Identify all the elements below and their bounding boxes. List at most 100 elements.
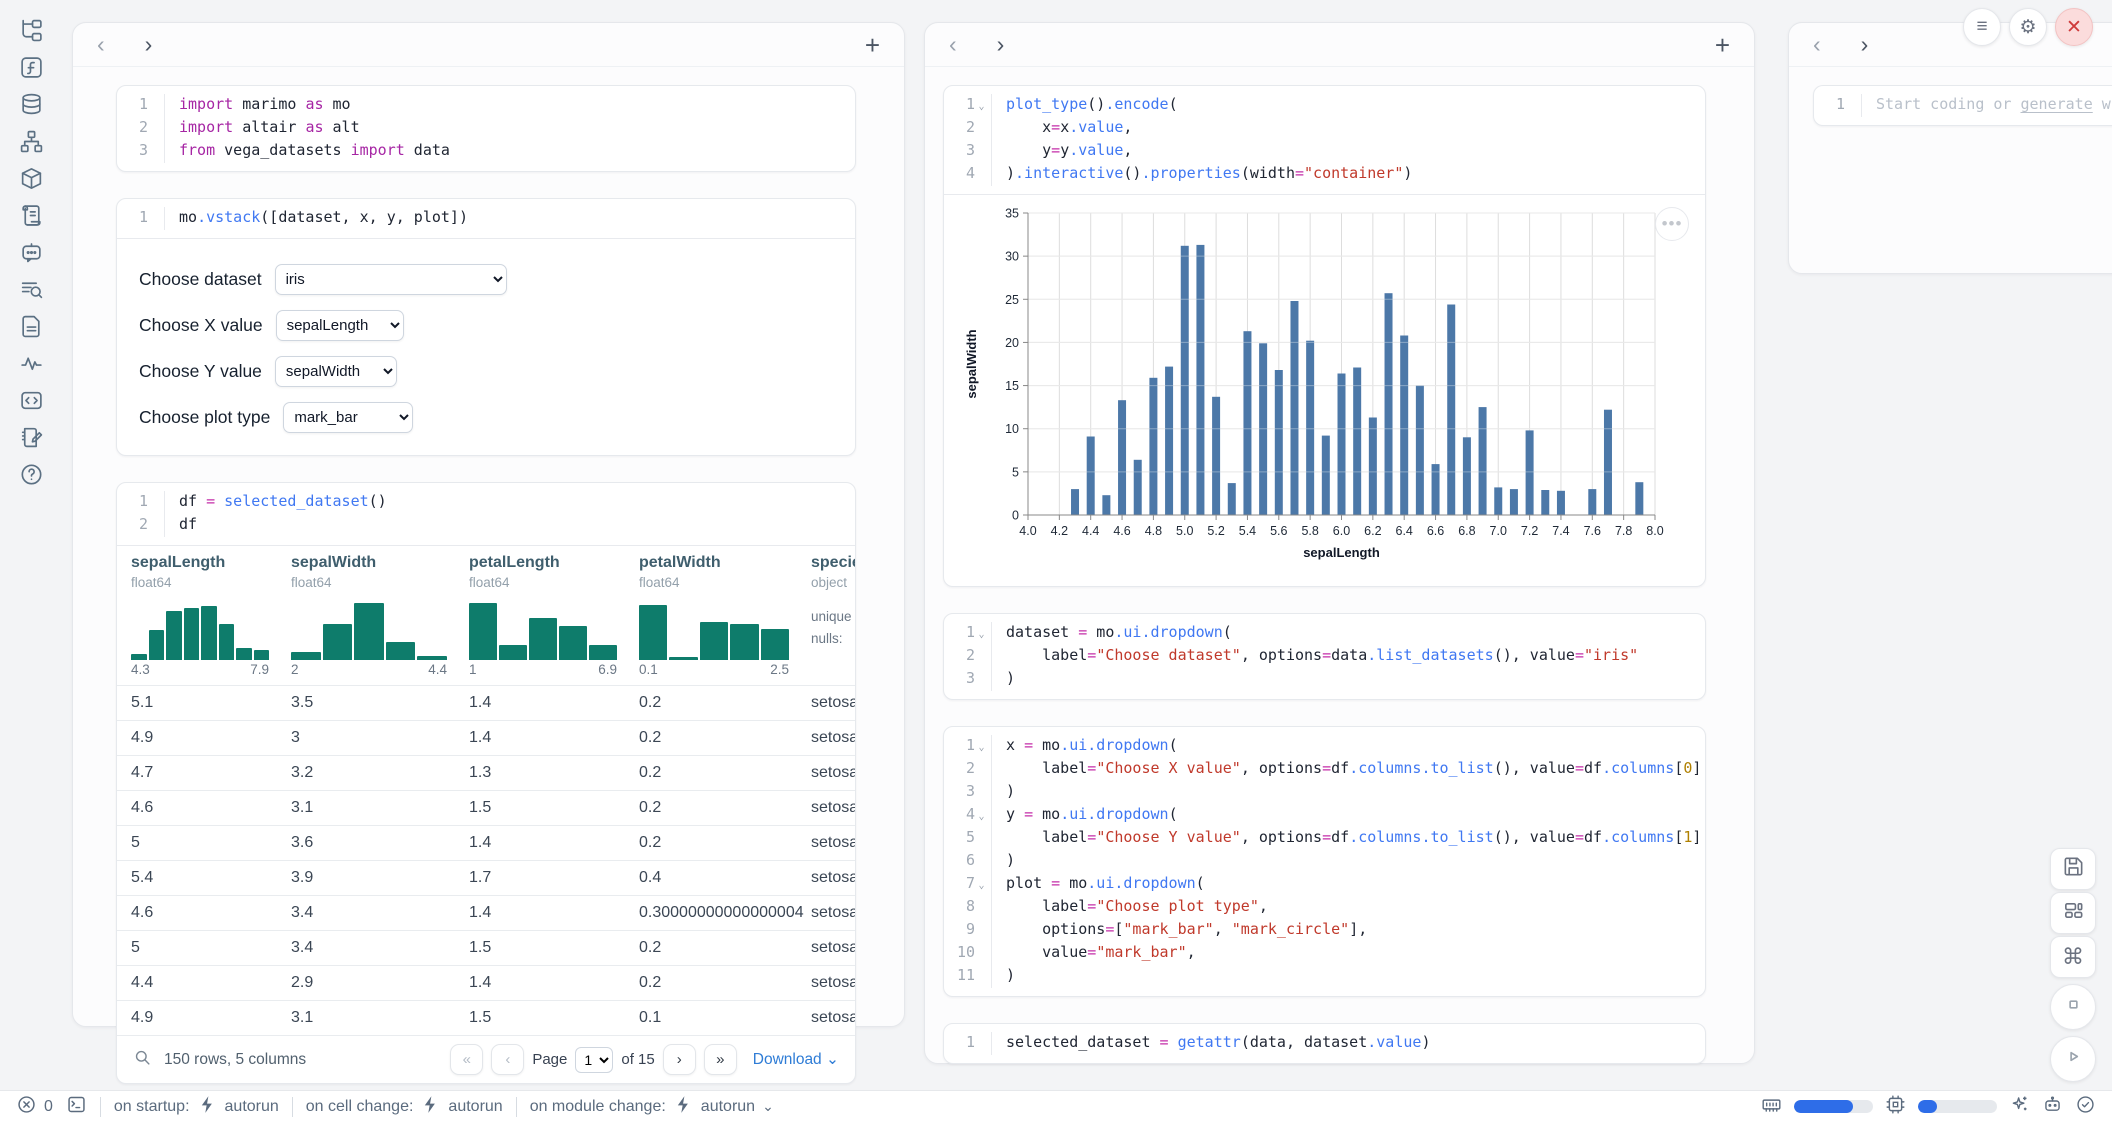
generate-with-ai-link[interactable]: generate	[2021, 95, 2093, 113]
dropdown-row: Choose Y valuesepalWidth	[139, 356, 833, 387]
fold-chevron-icon[interactable]: ⌄	[975, 738, 988, 758]
play-icon	[2062, 1045, 2085, 1073]
chat-bot-button[interactable]	[2042, 1094, 2063, 1120]
activity-icon[interactable]	[13, 349, 49, 377]
empty-code-cell[interactable]: 1 Start coding or generate with AI.	[1813, 85, 2112, 126]
code-editor[interactable]: 1⌄dataset = mo.ui.dropdown(2 label="Choo…	[944, 614, 1705, 699]
first-page-button[interactable]: «	[450, 1044, 483, 1075]
code-editor[interactable]: 1⌄plot_type().encode(2 x=x.value,3 y=y.v…	[944, 86, 1705, 194]
package-icon[interactable]	[13, 164, 49, 192]
chevron-left-icon[interactable]: ‹	[1813, 33, 1821, 56]
column-header-sepalWidth[interactable]: sepalWidthfloat6424.4	[289, 546, 467, 685]
chat-bot-icon[interactable]	[13, 238, 49, 266]
code-editor[interactable]: 1 mo.vstack([dataset, x, y, plot])	[117, 199, 855, 238]
line-number: 4⌄	[944, 804, 992, 827]
choose-plot-type-select[interactable]: mark_bar	[283, 402, 413, 433]
code-line: 2 import altair as alt	[117, 117, 855, 140]
fold-chevron-icon[interactable]: ⌄	[975, 625, 988, 645]
column-header-species[interactable]: speciesobjectuniquenulls:	[809, 546, 855, 685]
fold-chevron-icon[interactable]: ⌄	[975, 876, 988, 896]
fold-chevron-icon[interactable]: ⌄	[975, 807, 988, 827]
settings-button[interactable]: ⚙	[2009, 8, 2047, 46]
file-tree-icon[interactable]	[13, 16, 49, 44]
code-editor[interactable]: 1⌄x = mo.ui.dropdown(2 label="Choose X v…	[944, 727, 1705, 996]
ai-assist-button[interactable]	[2009, 1094, 2030, 1120]
search-icon[interactable]	[133, 1048, 152, 1072]
prev-page-button[interactable]: ‹	[491, 1044, 524, 1075]
document-icon[interactable]	[13, 312, 49, 340]
layout-toggle-button[interactable]	[2050, 892, 2096, 934]
altair-bar-chart[interactable]: 4.04.24.44.64.85.05.25.45.65.86.06.26.46…	[950, 203, 1706, 575]
check-circle-icon	[2075, 1094, 2096, 1120]
table-cell: 4.6	[129, 896, 289, 930]
close-icon: ✕	[2066, 16, 2082, 39]
chevron-right-icon[interactable]: ›	[997, 33, 1005, 56]
function-icon[interactable]	[13, 53, 49, 81]
code-editor-placeholder[interactable]: Start coding or generate with AI.	[1862, 94, 2112, 117]
last-page-button[interactable]: »	[704, 1044, 737, 1075]
page-total: of 15	[621, 1051, 654, 1068]
next-page-button[interactable]: ›	[663, 1044, 696, 1075]
table-cell: setosa	[809, 1001, 855, 1035]
svg-text:7.4: 7.4	[1552, 524, 1569, 538]
code-line: 1⌄plot_type().encode(	[944, 94, 1705, 117]
terminal-button[interactable]	[66, 1094, 87, 1120]
stop-icon	[2062, 993, 2085, 1021]
choose-dataset-select[interactable]: iris	[275, 264, 507, 295]
on-module-change-config[interactable]: on module change: autorun ⌄	[530, 1094, 774, 1120]
code-line: 8 label="Choose plot type",	[944, 896, 1705, 919]
script-icon[interactable]	[13, 201, 49, 229]
download-button[interactable]: Download ⌄	[753, 1050, 839, 1069]
page-label: Page	[532, 1051, 567, 1068]
on-startup-config[interactable]: on startup: autorun	[114, 1094, 279, 1120]
scratchpad-icon[interactable]	[13, 423, 49, 451]
line-number: 3	[944, 668, 992, 691]
gear-icon: ⚙	[2019, 16, 2036, 39]
code-line: 2 x=x.value,	[944, 117, 1705, 140]
column-histogram	[639, 600, 789, 660]
run-all-button[interactable]	[2050, 1036, 2096, 1082]
column-header-sepalLength[interactable]: sepalLengthfloat644.37.9	[129, 546, 289, 685]
table-cell: 5	[129, 826, 289, 860]
database-icon[interactable]	[13, 90, 49, 118]
code-editor[interactable]: 1 selected_dataset = getattr(data, datas…	[944, 1024, 1705, 1063]
chevron-right-icon[interactable]: ›	[1861, 33, 1869, 56]
help-icon[interactable]	[13, 460, 49, 488]
table-row: 4.63.11.50.2setosa	[117, 790, 855, 825]
chevron-left-icon[interactable]: ‹	[949, 33, 957, 56]
column-header-petalLength[interactable]: petalLengthfloat6416.9	[467, 546, 637, 685]
add-cell-icon[interactable]: +	[865, 32, 880, 58]
notebook-column-left: ‹ › + 1 import marimo as mo2 import alta…	[72, 22, 905, 1027]
line-number: 1⌄	[944, 622, 992, 645]
column-header-petalWidth[interactable]: petalWidthfloat640.12.5	[637, 546, 809, 685]
dataframe-table: sepalLengthfloat644.37.9sepalWidthfloat6…	[117, 546, 855, 1083]
svg-text:6.8: 6.8	[1458, 524, 1475, 538]
table-cell: 1.5	[467, 1001, 637, 1035]
connection-status-button[interactable]	[2075, 1094, 2096, 1120]
close-panel-button[interactable]: ✕	[2055, 8, 2093, 46]
code-editor[interactable]: 1 import marimo as mo2 import altair as …	[117, 86, 855, 171]
line-number: 10	[944, 942, 992, 965]
code-editor[interactable]: 1 df = selected_dataset()2 df	[117, 483, 855, 545]
table-cell: 3.5	[289, 686, 467, 720]
snippets-icon[interactable]	[13, 386, 49, 414]
chart-actions-button[interactable]: •••	[1655, 207, 1689, 241]
chevron-left-icon[interactable]: ‹	[97, 33, 105, 56]
keyboard-shortcuts-button[interactable]: ⌘	[2050, 936, 2096, 978]
choose-y-value-select[interactable]: sepalWidth	[275, 356, 397, 387]
page-select[interactable]: 1	[575, 1047, 613, 1073]
menu-button[interactable]: ≡	[1963, 8, 2001, 46]
table-row: 5.43.91.70.4setosa	[117, 860, 855, 895]
line-number: 3	[944, 781, 992, 804]
on-cell-change-config[interactable]: on cell change: autorun	[306, 1094, 503, 1120]
sitemap-icon[interactable]	[13, 127, 49, 155]
chevron-right-icon[interactable]: ›	[145, 33, 153, 56]
add-cell-icon[interactable]: +	[1715, 32, 1730, 58]
errors-indicator[interactable]: 0	[16, 1094, 53, 1120]
save-button[interactable]	[2050, 848, 2096, 890]
fold-chevron-icon[interactable]: ⌄	[975, 97, 988, 117]
line-number: 2	[117, 514, 165, 537]
stop-kernel-button[interactable]	[2050, 984, 2096, 1030]
log-search-icon[interactable]	[13, 275, 49, 303]
choose-x-value-select[interactable]: sepalLength	[276, 310, 404, 341]
